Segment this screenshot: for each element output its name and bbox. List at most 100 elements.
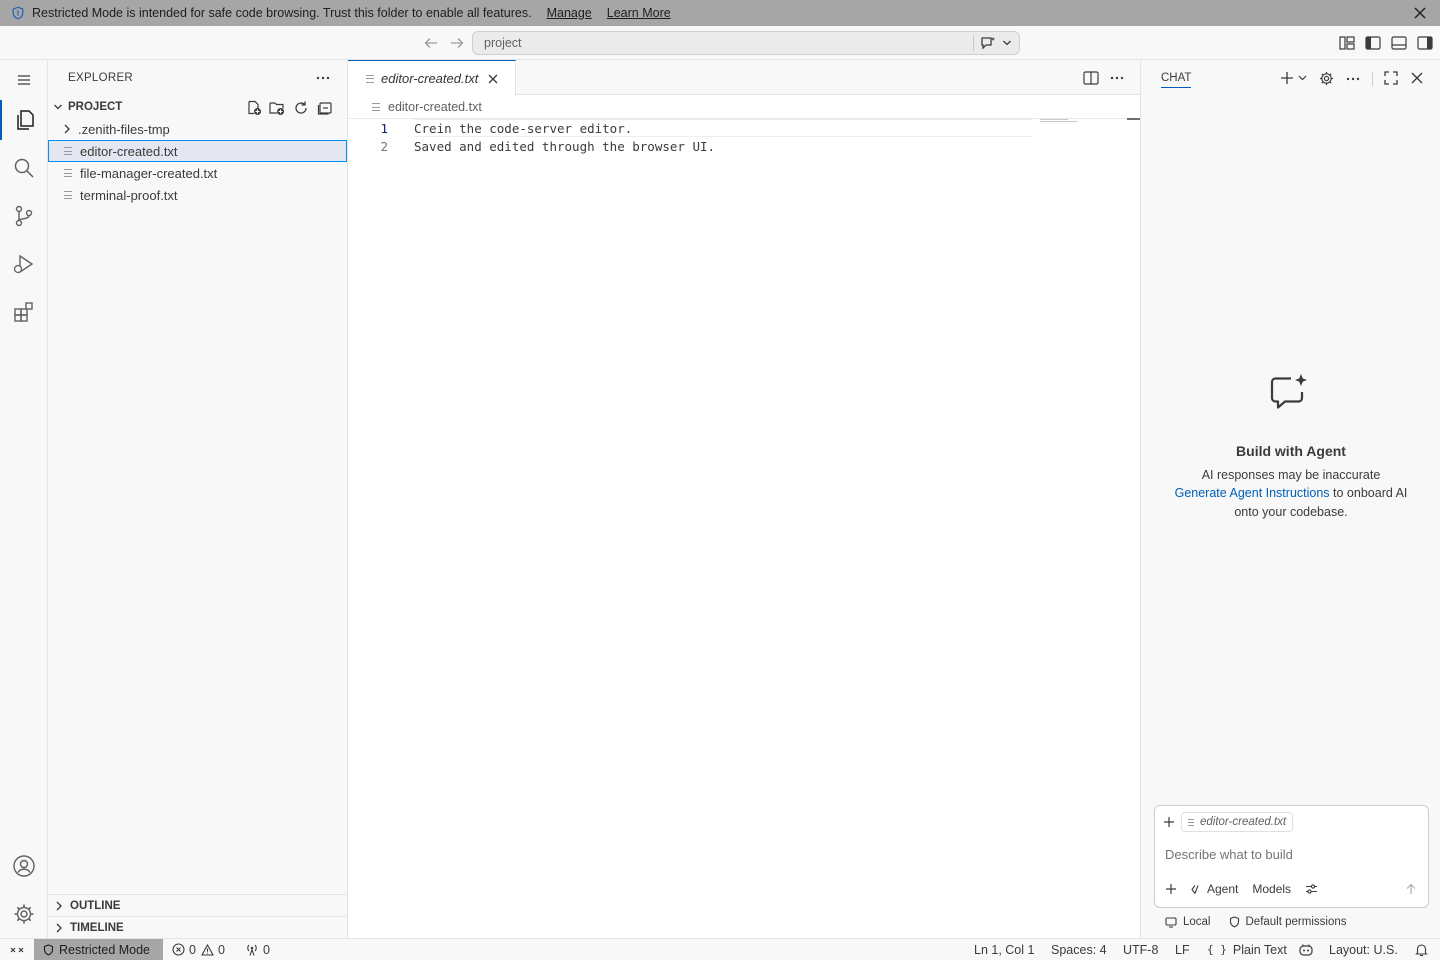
chat-title[interactable]: CHAT [1161, 72, 1192, 88]
warning-count: 0 [217, 942, 225, 957]
permissions-button[interactable]: Default permissions [1229, 916, 1346, 928]
new-file-icon[interactable] [246, 100, 262, 116]
indentation[interactable]: Spaces: 4 [1051, 939, 1107, 960]
close-tab-icon[interactable] [487, 73, 499, 85]
monitor-icon [1165, 916, 1177, 928]
status-bar: Restricted Mode 0 0 0 Ln 1, Col 1 Spaces… [0, 938, 1440, 960]
file-icon [64, 146, 72, 156]
timeline-section-header[interactable]: TIMELINE [48, 916, 347, 938]
collapse-all-icon[interactable] [317, 100, 333, 116]
learn-more-link[interactable]: Learn More [607, 6, 671, 20]
keyboard-layout[interactable]: Layout: U.S. [1329, 939, 1398, 960]
error-count: 0 [189, 942, 196, 957]
more-actions-icon[interactable] [316, 72, 330, 84]
search-icon[interactable] [0, 148, 48, 188]
source-control-icon[interactable] [0, 196, 48, 236]
tools-sliders-icon[interactable] [1305, 883, 1318, 895]
refresh-icon[interactable] [293, 100, 309, 116]
new-chat-icon[interactable] [1280, 71, 1294, 85]
breadcrumb[interactable]: editor-created.txt [348, 96, 1140, 118]
new-folder-icon[interactable] [269, 100, 285, 116]
end-of-line[interactable]: LF [1175, 939, 1190, 960]
more-actions-icon[interactable] [1110, 72, 1124, 84]
chat-input-box: editor-created.txt Agent Models [1154, 805, 1429, 908]
add-context-icon[interactable] [1163, 816, 1175, 828]
close-icon[interactable] [1412, 5, 1428, 21]
customize-layout-icon[interactable] [1339, 36, 1355, 50]
minimap[interactable] [1040, 119, 1080, 123]
tree-item-label: file-manager-created.txt [80, 165, 218, 181]
tree-item-file[interactable]: terminal-proof.txt [48, 184, 347, 206]
more-actions-icon[interactable] [1346, 73, 1360, 85]
chevron-down-icon[interactable] [1298, 74, 1307, 82]
language-mode[interactable]: { } Plain Text [1207, 939, 1287, 960]
chat-instructions-suffix: to onboard AI [1329, 486, 1408, 500]
warning-icon [201, 943, 214, 956]
command-center-search[interactable]: project [472, 31, 1020, 55]
toggle-panel-icon[interactable] [1391, 36, 1407, 50]
tab-editor-created[interactable]: editor-created.txt [348, 60, 516, 96]
shield-icon [1229, 916, 1240, 928]
restricted-mode-status[interactable]: Restricted Mode [34, 939, 163, 960]
file-icon [64, 190, 72, 200]
outline-section-header[interactable]: OUTLINE [48, 894, 347, 916]
problems-indicator[interactable]: 0 0 [172, 939, 225, 960]
run-debug-icon[interactable] [0, 244, 48, 284]
editor-tab-bar: editor-created.txt [348, 60, 1140, 96]
broadcast-icon [245, 943, 259, 956]
encoding[interactable]: UTF-8 [1123, 939, 1158, 960]
local-label: Local [1183, 916, 1211, 928]
send-arrow-icon[interactable] [1405, 883, 1417, 895]
outline-label: OUTLINE [70, 899, 121, 912]
tree-item-label: .zenith-files-tmp [78, 121, 170, 137]
tree-item-file[interactable]: file-manager-created.txt [48, 162, 347, 184]
gear-icon[interactable] [1319, 71, 1334, 86]
scrollbar-thumb[interactable] [1127, 118, 1140, 120]
forward-arrow-icon[interactable] [449, 36, 465, 50]
manage-link[interactable]: Manage [547, 6, 592, 20]
tree-item-label: editor-created.txt [80, 143, 178, 159]
chat-sparkle-icon [1269, 372, 1313, 412]
models-button[interactable]: Models [1252, 882, 1291, 896]
chat-disclaimer: AI responses may be inaccurate [1201, 468, 1381, 482]
local-target-button[interactable]: Local [1165, 916, 1211, 928]
editor-area: editor-created.txt editor-created.txt 1 … [348, 60, 1140, 938]
chat-prompt-input[interactable] [1165, 844, 1415, 864]
menu-icon[interactable] [0, 60, 48, 100]
copilot-icon[interactable] [1298, 939, 1314, 960]
toggle-secondary-sidebar-icon[interactable] [1417, 36, 1433, 50]
add-icon[interactable] [1165, 883, 1177, 895]
split-editor-icon[interactable] [1083, 71, 1099, 85]
chevron-down-icon[interactable] [1002, 39, 1012, 47]
tree-item-folder[interactable]: .zenith-files-tmp [48, 118, 347, 140]
ports-indicator[interactable]: 0 [245, 939, 270, 960]
tree-item-file-selected[interactable]: editor-created.txt [48, 140, 347, 162]
explorer-files-icon[interactable] [0, 100, 48, 140]
cursor-position[interactable]: Ln 1, Col 1 [974, 939, 1034, 960]
code-line[interactable]: 1 Crein the code-server editor. [348, 119, 1140, 137]
line-number: 2 [380, 138, 388, 154]
timeline-label: TIMELINE [70, 921, 124, 934]
remote-indicator-icon[interactable] [10, 939, 24, 960]
code-line[interactable]: 2 Saved and edited through the browser U… [348, 137, 1140, 155]
chat-sparkle-icon[interactable] [980, 36, 996, 50]
activity-bar [0, 60, 48, 938]
generate-agent-instructions-link[interactable]: Generate Agent Instructions [1175, 486, 1330, 500]
chat-panel: CHAT Build with Agent AI responses may b… [1140, 60, 1440, 938]
divider [1372, 72, 1373, 86]
close-icon[interactable] [1410, 71, 1424, 85]
tree-item-label: terminal-proof.txt [80, 187, 178, 203]
accounts-icon[interactable] [0, 846, 48, 886]
file-icon [372, 102, 380, 112]
maximize-icon[interactable] [1384, 71, 1398, 85]
divider [973, 35, 974, 51]
settings-gear-icon[interactable] [0, 894, 48, 934]
chat-instructions-line3: onto your codebase. [1234, 505, 1348, 519]
toggle-primary-sidebar-icon[interactable] [1365, 36, 1381, 50]
context-attachment-chip[interactable]: editor-created.txt [1181, 812, 1294, 832]
back-arrow-icon[interactable] [423, 36, 439, 50]
extensions-icon[interactable] [0, 292, 48, 332]
notifications-bell-icon[interactable] [1415, 939, 1428, 960]
attachment-label: editor-created.txt [1200, 816, 1287, 828]
agent-mode-button[interactable]: Agent [1191, 882, 1238, 896]
